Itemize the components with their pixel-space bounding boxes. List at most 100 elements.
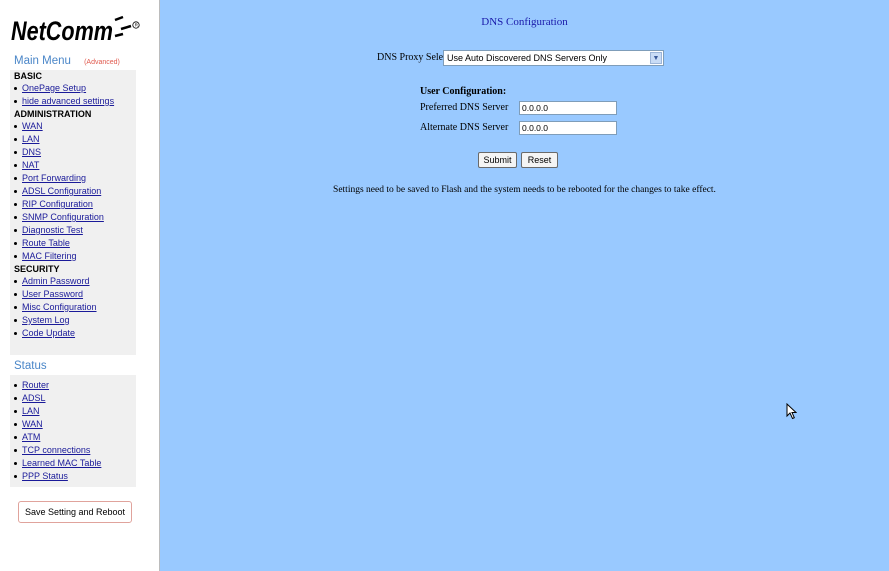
- main-menu-label: Main Menu: [14, 55, 71, 67]
- bullet-icon: [14, 87, 17, 91]
- menu-link[interactable]: LAN: [22, 406, 40, 416]
- menu-item-onepage-setup[interactable]: OnePage Setup: [10, 82, 136, 95]
- main-menu-heading: Main Menu (Advanced): [14, 55, 120, 67]
- menu-link[interactable]: DNS: [22, 147, 41, 157]
- menu-link[interactable]: NAT: [22, 160, 39, 170]
- bullet-icon: [14, 203, 17, 207]
- menu-item-lan[interactable]: LAN: [10, 405, 136, 418]
- bullet-icon: [14, 190, 17, 194]
- status-menu-panel: Router ADSL LAN WAN ATM TCP connections Learne…: [10, 375, 136, 487]
- menu-link[interactable]: ADSL Configuration: [22, 186, 101, 196]
- menu-item-code-update[interactable]: Code Update: [10, 327, 136, 340]
- menu-item-dns[interactable]: DNS: [10, 146, 136, 159]
- menu-item-wan[interactable]: WAN: [10, 418, 136, 431]
- menu-link[interactable]: WAN: [22, 121, 43, 131]
- dns-proxy-select[interactable]: Use Auto Discovered DNS Servers Only ▼: [443, 50, 664, 66]
- menu-link[interactable]: Port Forwarding: [22, 173, 86, 183]
- menu-link[interactable]: WAN: [22, 419, 43, 429]
- alternate-dns-server-label: Alternate DNS Server: [420, 122, 509, 133]
- preferred-dns-server-label: Preferred DNS Server: [420, 102, 509, 113]
- menu-link[interactable]: System Log: [22, 315, 70, 325]
- menu-link[interactable]: Router: [22, 380, 49, 390]
- menu-item-atm[interactable]: ATM: [10, 431, 136, 444]
- menu-item-nat[interactable]: NAT: [10, 159, 136, 172]
- alternate-dns-server-input[interactable]: 0.0.0.0: [519, 121, 617, 135]
- chevron-down-icon[interactable]: ▼: [650, 52, 662, 64]
- main-content: DNS Configuration DNS Proxy Selection Us…: [160, 0, 889, 571]
- bullet-icon: [14, 332, 17, 336]
- user-configuration-heading: User Configuration:: [420, 86, 507, 97]
- bullet-icon: [14, 255, 17, 259]
- menu-link[interactable]: Code Update: [22, 328, 75, 338]
- menu-item-route-table[interactable]: Route Table: [10, 237, 136, 250]
- bullet-icon: [14, 151, 17, 155]
- bullet-icon: [14, 100, 17, 104]
- menu-link[interactable]: Admin Password: [22, 276, 90, 286]
- menu-item-admin-password[interactable]: Admin Password: [10, 275, 136, 288]
- menu-item-mac-filtering[interactable]: MAC Filtering: [10, 250, 136, 263]
- menu-link[interactable]: ADSL: [22, 393, 46, 403]
- menu-link[interactable]: TCP connections: [22, 445, 90, 455]
- menu-link[interactable]: LAN: [22, 134, 40, 144]
- page-title: DNS Configuration: [481, 16, 568, 28]
- reset-button[interactable]: Reset: [521, 152, 558, 168]
- menu-link[interactable]: OnePage Setup: [22, 83, 86, 93]
- menu-link[interactable]: PPP Status: [22, 471, 68, 481]
- submit-button[interactable]: Submit: [478, 152, 517, 168]
- sidebar: NetComm R Main Menu (Advanced) BASIC One…: [0, 0, 160, 571]
- bullet-icon: [14, 280, 17, 284]
- bullet-icon: [14, 436, 17, 440]
- mouse-pointer-icon: [786, 403, 797, 420]
- svg-text:NetComm: NetComm: [11, 16, 113, 46]
- menu-link[interactable]: RIP Configuration: [22, 199, 93, 209]
- basic-section-title: BASIC: [14, 71, 43, 81]
- menu-link[interactable]: hide advanced settings: [22, 96, 114, 106]
- menu-item-tcp-connections[interactable]: TCP connections: [10, 444, 136, 457]
- bullet-icon: [14, 397, 17, 401]
- bullet-icon: [14, 125, 17, 129]
- dns-proxy-select-value: Use Auto Discovered DNS Servers Only: [447, 53, 608, 63]
- bullet-icon: [14, 306, 17, 310]
- menu-item-wan[interactable]: WAN: [10, 120, 136, 133]
- bullet-icon: [14, 462, 17, 466]
- menu-item-learned-mac-table[interactable]: Learned MAC Table: [10, 457, 136, 470]
- menu-link[interactable]: ATM: [22, 432, 40, 442]
- netcomm-logo: NetComm R: [11, 15, 140, 46]
- menu-item-diagnostic-test[interactable]: Diagnostic Test: [10, 224, 136, 237]
- admin-menu-panel: BASIC OnePage Setup hide advanced setting…: [10, 70, 136, 355]
- menu-link[interactable]: Diagnostic Test: [22, 225, 83, 235]
- bullet-icon: [14, 177, 17, 181]
- menu-item-ppp-status[interactable]: PPP Status: [10, 470, 136, 483]
- preferred-dns-server-input[interactable]: 0.0.0.0: [519, 101, 617, 115]
- menu-link[interactable]: User Password: [22, 289, 83, 299]
- menu-item-router[interactable]: Router: [10, 379, 136, 392]
- bullet-icon: [14, 384, 17, 388]
- menu-item-lan[interactable]: LAN: [10, 133, 136, 146]
- bullet-icon: [14, 229, 17, 233]
- menu-link[interactable]: SNMP Configuration: [22, 212, 104, 222]
- menu-item-misc-configuration[interactable]: Misc Configuration: [10, 301, 136, 314]
- menu-link[interactable]: Route Table: [22, 238, 70, 248]
- bullet-icon: [14, 475, 17, 479]
- save-setting-and-reboot-button[interactable]: Save Setting and Reboot: [18, 501, 132, 523]
- bullet-icon: [14, 293, 17, 297]
- menu-item-rip-configuration[interactable]: RIP Configuration: [10, 198, 136, 211]
- menu-item-hide-advanced-settings[interactable]: hide advanced settings: [10, 95, 136, 108]
- menu-link[interactable]: Learned MAC Table: [22, 458, 101, 468]
- menu-item-user-password[interactable]: User Password: [10, 288, 136, 301]
- menu-item-snmp-configuration[interactable]: SNMP Configuration: [10, 211, 136, 224]
- status-label: Status: [14, 360, 47, 372]
- advanced-tag: (Advanced): [84, 59, 120, 66]
- menu-link[interactable]: MAC Filtering: [22, 251, 77, 261]
- menu-item-system-log[interactable]: System Log: [10, 314, 136, 327]
- bullet-icon: [14, 410, 17, 414]
- bullet-icon: [14, 138, 17, 142]
- security-section-title: SECURITY: [14, 264, 60, 274]
- menu-link[interactable]: Misc Configuration: [22, 302, 97, 312]
- menu-item-adsl-configuration[interactable]: ADSL Configuration: [10, 185, 136, 198]
- menu-item-port-forwarding[interactable]: Port Forwarding: [10, 172, 136, 185]
- reboot-note: Settings need to be saved to Flash and t…: [333, 185, 716, 195]
- administration-section-title: ADMINISTRATION: [14, 109, 92, 119]
- bullet-icon: [14, 164, 17, 168]
- menu-item-adsl[interactable]: ADSL: [10, 392, 136, 405]
